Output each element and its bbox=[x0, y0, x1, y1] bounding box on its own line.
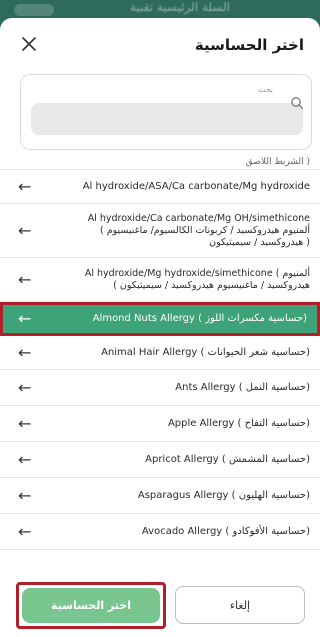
list-item-label-en: Al hydroxide/Mg hydroxide/simethicone ( … bbox=[84, 267, 310, 279]
list-item-label: Al hydroxide/ASA/Ca carbonate/Mg hydroxi… bbox=[82, 180, 310, 192]
list-item-selected[interactable]: ← Almond Nuts Allergy ( حساسية مكسرات ال… bbox=[0, 302, 320, 336]
list-item[interactable]: ← Al hydroxide/Mg hydroxide/simethicone … bbox=[0, 258, 320, 302]
list-item-label-ar-2: ( هيدروكسيد / سيميثيكون bbox=[209, 236, 310, 248]
list-item-label-ar: ألمنيوم هيدروكسيد / كربونات الكالسيوم/ م… bbox=[100, 224, 310, 236]
list-item-label: Avocado Allergy ( حساسية الأفوكادو) bbox=[141, 525, 310, 537]
close-icon[interactable] bbox=[18, 33, 40, 55]
background-title: السلة الرئيسية تقنية bbox=[129, 0, 231, 14]
allergy-list[interactable]: ( الشريط اللاصق ← Al hydroxide/ASA/Ca ca… bbox=[0, 156, 320, 576]
list-item[interactable]: ← Animal Hair Allergy ( حساسية شعر الحيو… bbox=[0, 336, 320, 370]
list-item[interactable]: ← Al hydroxide/ASA/Ca carbonate/Mg hydro… bbox=[0, 170, 320, 204]
list-item-label: ( الشريط اللاصق bbox=[245, 157, 310, 167]
sheet-header: اختر الحساسية bbox=[0, 18, 320, 70]
list-item-label: Ants Allergy ( حساسية النمل) bbox=[175, 381, 310, 393]
list-item[interactable]: ← Ants Allergy ( حساسية النمل) bbox=[0, 370, 320, 406]
list-item-label-ar: هيدروكسيد / ماغنيسيوم هيدروكسيد / سيميثي… bbox=[113, 279, 310, 291]
list-item[interactable]: ← Al hydroxide/Ca carbonate/Mg OH/simeth… bbox=[0, 204, 320, 258]
arrow-left-icon: ← bbox=[18, 176, 32, 196]
list-item[interactable]: ← Apricot Allergy ( حساسية المشمش) bbox=[0, 442, 320, 478]
arrow-left-icon: ← bbox=[18, 413, 32, 433]
list-item-label: Animal Hair Allergy ( حساسية شعر الحيوان… bbox=[101, 346, 310, 358]
list-item-label: Almond Nuts Allergy ( حساسية مكسرات اللو… bbox=[92, 313, 307, 324]
sheet-footer: اختر الحساسية إلغاء bbox=[0, 578, 320, 637]
cancel-button[interactable]: إلغاء bbox=[175, 586, 305, 624]
arrow-left-icon: ← bbox=[18, 269, 32, 289]
search-label: بحث bbox=[257, 85, 273, 94]
sheet-title: اختر الحساسية bbox=[194, 36, 304, 54]
arrow-left-icon: ← bbox=[18, 377, 32, 397]
search-input[interactable] bbox=[31, 103, 303, 135]
arrow-left-icon: ← bbox=[18, 485, 32, 505]
list-item-label: Al hydroxide/Mg hydroxide/simethicone ( … bbox=[46, 268, 310, 292]
search-icon[interactable] bbox=[290, 96, 304, 110]
search-container: بحث bbox=[20, 74, 312, 150]
arrow-left-icon: ← bbox=[18, 342, 32, 362]
list-item[interactable]: ← Asparagus Allergy ( حساسية الهليون) bbox=[0, 478, 320, 514]
select-allergy-button[interactable]: اختر الحساسية bbox=[22, 588, 160, 623]
list-item[interactable]: ← Apple Allergy ( حساسية التفاح) bbox=[0, 406, 320, 442]
arrow-left-icon: ← bbox=[18, 220, 32, 240]
list-item[interactable]: ← Avocado Allergy ( حساسية الأفوكادو) bbox=[0, 514, 320, 550]
arrow-left-icon: ← bbox=[18, 521, 32, 541]
allergy-picker-sheet: اختر الحساسية بحث ( الشريط اللاصق ← Al h… bbox=[0, 18, 320, 637]
list-item-label-en: Al hydroxide/Ca carbonate/Mg OH/simethic… bbox=[87, 212, 310, 224]
background-pill bbox=[14, 4, 54, 16]
list-item[interactable]: ( الشريط اللاصق bbox=[0, 156, 320, 170]
arrow-left-icon: ← bbox=[18, 309, 32, 328]
select-button-highlight: اختر الحساسية bbox=[16, 582, 166, 629]
list-item-label: Asparagus Allergy ( حساسية الهليون) bbox=[137, 489, 310, 501]
list-item-label: Apricot Allergy ( حساسية المشمش) bbox=[145, 453, 310, 465]
arrow-left-icon: ← bbox=[18, 449, 32, 469]
list-item-label: Al hydroxide/Ca carbonate/Mg OH/simethic… bbox=[46, 213, 310, 249]
list-item-label: Apple Allergy ( حساسية التفاح) bbox=[167, 417, 310, 429]
